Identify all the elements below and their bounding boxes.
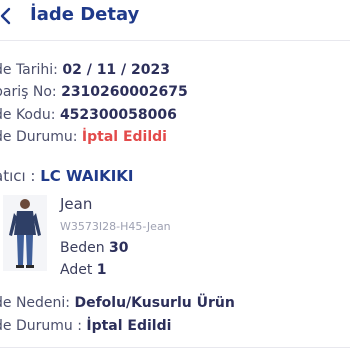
- product-sku: W3573I28-H45-Jean: [60, 220, 171, 233]
- back-button[interactable]: [0, 6, 17, 26]
- return-status-row-2: de Durumu : İptal Edildi: [0, 318, 171, 334]
- return-reason-row: de Nedeni: Defolu/Kusurlu Ürün: [0, 295, 235, 311]
- order-number-row: pariş No: 2310260002675: [0, 84, 188, 100]
- return-code-value: 452300058006: [59, 107, 177, 123]
- chevron-left-icon: [0, 7, 11, 25]
- product-image[interactable]: [3, 195, 47, 271]
- product-size: Beden 30: [60, 240, 129, 256]
- product-size-label: Beden: [60, 240, 105, 256]
- product-quantity-label: Adet: [60, 262, 93, 278]
- order-number-label: pariş No:: [0, 84, 57, 100]
- return-status-label: de Durumu:: [0, 129, 78, 145]
- return-code-label: de Kodu:: [0, 107, 56, 123]
- return-reason-value: Defolu/Kusurlu Ürün: [74, 295, 235, 311]
- bottom-divider: [0, 347, 350, 348]
- order-number-value: 2310260002675: [61, 84, 188, 100]
- product-size-value: 30: [109, 240, 129, 256]
- return-reason-label: de Nedeni:: [0, 295, 71, 311]
- return-date-label: de Tarihi:: [0, 62, 58, 78]
- header-divider: [0, 40, 350, 41]
- product-quantity-value: 1: [96, 262, 107, 278]
- return-status-row: de Durumu: İptal Edildi: [0, 129, 167, 145]
- product-name: Jean: [60, 195, 93, 213]
- return-date-value: 02 / 11 / 2023: [62, 62, 170, 78]
- return-status-value: İptal Edildi: [81, 129, 167, 145]
- page-title: İade Detay: [30, 4, 140, 25]
- return-code-row: de Kodu: 452300058006: [0, 107, 177, 123]
- return-status-label-2: de Durumu :: [0, 318, 87, 334]
- return-date-row: de Tarihi: 02 / 11 / 2023: [0, 62, 170, 78]
- return-status-value-2: İptal Edildi: [86, 318, 172, 334]
- seller-name: LC WAIKIKI: [40, 167, 134, 185]
- product-quantity: Adet 1: [60, 262, 107, 278]
- seller-label: atıcı :: [0, 167, 36, 185]
- app-header: İade Detay: [0, 0, 350, 36]
- seller-row: atıcı : LC WAIKIKI: [0, 167, 134, 185]
